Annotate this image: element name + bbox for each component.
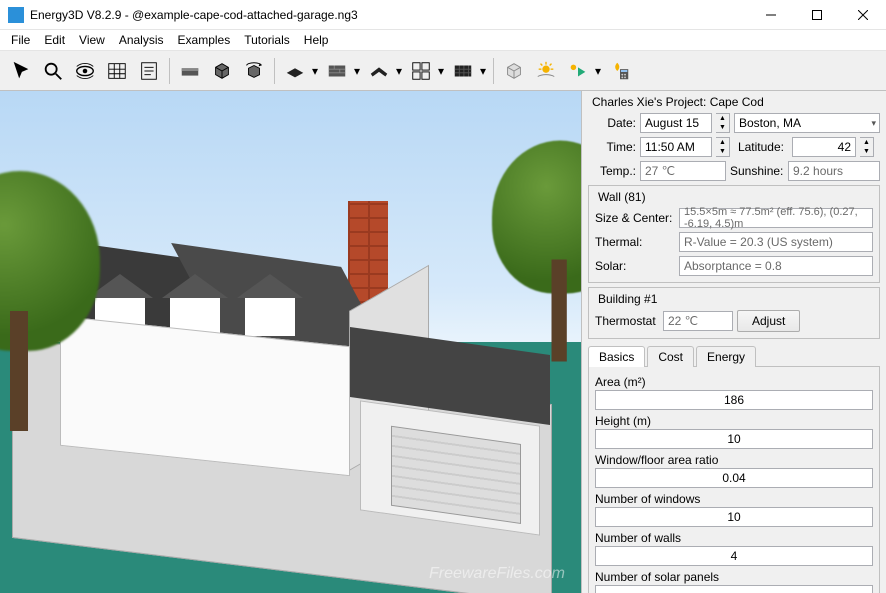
menu-examples[interactable]: Examples xyxy=(171,31,238,49)
titlebar: Energy3D V8.2.9 - @example-cape-cod-atta… xyxy=(0,0,886,30)
sunshine-readonly: 9.2 hours xyxy=(788,161,880,181)
latitude-input[interactable] xyxy=(792,137,856,157)
sun-icon[interactable] xyxy=(531,56,561,86)
latitude-label: Latitude: xyxy=(734,140,788,154)
solarpanel-tool[interactable]: ▾ xyxy=(448,56,488,86)
foundation-icon[interactable] xyxy=(175,56,205,86)
project-title: Charles Xie's Project: Cape Cod xyxy=(588,93,880,109)
size-readonly: 15.5×5m ≈ 77.5m² (eff. 75.6), (0.27, -6.… xyxy=(679,208,873,228)
tabs: Basics Cost Energy xyxy=(588,345,880,367)
notes-icon[interactable] xyxy=(134,56,164,86)
wall-legend: Wall (81) xyxy=(595,190,649,204)
menu-analysis[interactable]: Analysis xyxy=(112,31,171,49)
chevron-down-icon[interactable]: ▾ xyxy=(310,64,320,78)
time-spinner[interactable]: ▲▼ xyxy=(716,137,730,157)
chevron-down-icon[interactable]: ▾ xyxy=(352,64,362,78)
menu-help[interactable]: Help xyxy=(297,31,336,49)
temp-readonly: 27 ℃ xyxy=(640,161,726,181)
slab-tool[interactable]: ▾ xyxy=(280,56,320,86)
toolbar: ▾ ▾ ▾ ▾ ▾ ▾ xyxy=(0,51,886,91)
thermal-readonly: R-Value = 20.3 (US system) xyxy=(679,232,873,252)
date-spinner[interactable]: ▲▼ xyxy=(716,113,730,133)
wfr-input[interactable] xyxy=(595,468,873,488)
tab-body-basics: Area (m²) Height (m) Window/floor area r… xyxy=(588,367,880,593)
size-label: Size & Center: xyxy=(595,211,675,225)
region-tool[interactable]: ▾ xyxy=(406,56,446,86)
tab-energy[interactable]: Energy xyxy=(696,346,756,367)
tab-basics[interactable]: Basics xyxy=(588,346,645,367)
thermostat-label: Thermostat xyxy=(595,314,659,328)
menu-file[interactable]: File xyxy=(4,31,37,49)
nwin-input[interactable] xyxy=(595,507,873,527)
app-icon xyxy=(8,7,24,23)
preview-icon[interactable] xyxy=(499,56,529,86)
chevron-down-icon[interactable]: ▾ xyxy=(394,64,404,78)
adjust-button[interactable]: Adjust xyxy=(737,310,800,332)
building-fieldset: Building #1 Thermostat 22 ℃ Adjust xyxy=(588,287,880,339)
eye-icon[interactable] xyxy=(70,56,100,86)
maximize-button[interactable] xyxy=(794,0,840,29)
nwalls-label: Number of walls xyxy=(595,531,873,545)
window-title: Energy3D V8.2.9 - @example-cape-cod-atta… xyxy=(30,8,748,22)
roof-tool[interactable]: ▾ xyxy=(364,56,404,86)
nwalls-input[interactable] xyxy=(595,546,873,566)
nsolar-label: Number of solar panels xyxy=(595,570,873,584)
cube-icon[interactable] xyxy=(207,56,237,86)
wall-tool[interactable]: ▾ xyxy=(322,56,362,86)
play-tool[interactable]: ▾ xyxy=(563,56,603,86)
sunshine-label: Sunshine: xyxy=(730,164,784,178)
latitude-spinner[interactable]: ▲▼ xyxy=(860,137,874,157)
tree-shape xyxy=(0,171,100,431)
date-input[interactable] xyxy=(640,113,712,133)
calc-icon[interactable] xyxy=(605,56,635,86)
nsolar-input[interactable] xyxy=(595,585,873,593)
chevron-down-icon[interactable]: ▾ xyxy=(436,64,446,78)
thermal-label: Thermal: xyxy=(595,235,675,249)
thermostat-readonly: 22 ℃ xyxy=(663,311,733,331)
chevron-down-icon: ▾ xyxy=(871,118,876,129)
date-label: Date: xyxy=(588,116,636,130)
menu-tutorials[interactable]: Tutorials xyxy=(237,31,297,49)
rotate-icon[interactable] xyxy=(239,56,269,86)
close-button[interactable] xyxy=(840,0,886,29)
cursor-icon[interactable] xyxy=(6,56,36,86)
tab-cost[interactable]: Cost xyxy=(647,346,694,367)
height-input[interactable] xyxy=(595,429,873,449)
viewport-3d[interactable]: FreewareFiles.com xyxy=(0,91,581,593)
area-label: Area (m²) xyxy=(595,375,873,389)
height-label: Height (m) xyxy=(595,414,873,428)
time-label: Time: xyxy=(588,140,636,154)
solar-label: Solar: xyxy=(595,259,675,273)
chevron-down-icon[interactable]: ▾ xyxy=(478,64,488,78)
time-input[interactable] xyxy=(640,137,712,157)
zoom-icon[interactable] xyxy=(38,56,68,86)
side-panel: Charles Xie's Project: Cape Cod Date: ▲▼… xyxy=(581,91,886,593)
nwin-label: Number of windows xyxy=(595,492,873,506)
watermark: FreewareFiles.com xyxy=(429,565,565,583)
tree-shape xyxy=(492,141,581,362)
solar-readonly: Absorptance = 0.8 xyxy=(679,256,873,276)
menubar: File Edit View Analysis Examples Tutoria… xyxy=(0,30,886,51)
house-shape xyxy=(60,221,360,471)
location-combo[interactable]: Boston, MA▾ xyxy=(734,113,880,133)
wall-fieldset: Wall (81) Size & Center: 15.5×5m ≈ 77.5m… xyxy=(588,185,880,283)
grid-icon[interactable] xyxy=(102,56,132,86)
building-legend: Building #1 xyxy=(595,292,660,306)
menu-edit[interactable]: Edit xyxy=(37,31,72,49)
chevron-down-icon[interactable]: ▾ xyxy=(593,64,603,78)
temp-label: Temp.: xyxy=(588,164,636,178)
wfr-label: Window/floor area ratio xyxy=(595,453,873,467)
menu-view[interactable]: View xyxy=(72,31,112,49)
minimize-button[interactable] xyxy=(748,0,794,29)
area-input[interactable] xyxy=(595,390,873,410)
garage-shape xyxy=(350,341,550,521)
